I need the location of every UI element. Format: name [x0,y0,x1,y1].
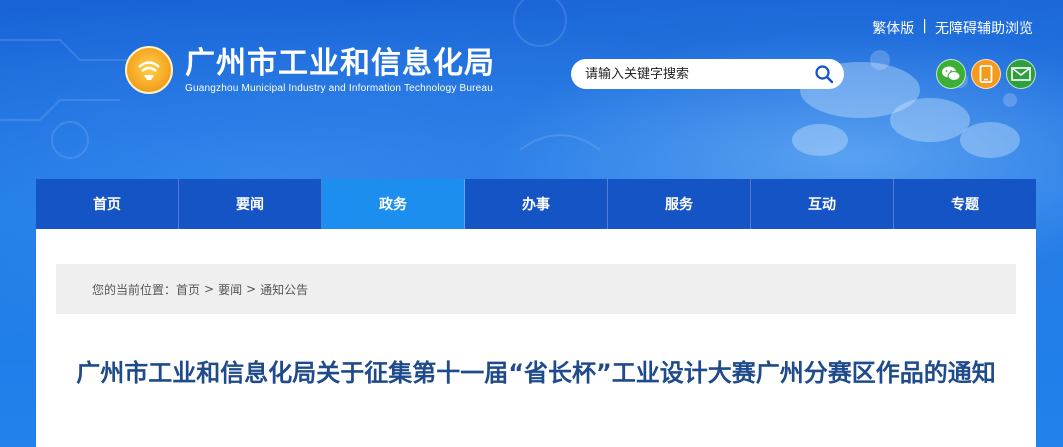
wechat-icon[interactable] [936,59,966,89]
search-input[interactable] [585,66,814,82]
site-title-en: Guangzhou Municipal Industry and Informa… [185,82,493,94]
breadcrumb-item-notices[interactable]: 通知公告 [260,281,308,298]
breadcrumb-item-news[interactable]: 要闻 [218,281,242,298]
social-icons [936,59,1036,89]
top-links: 繁体版 | 无障碍辅助浏览 [872,18,1033,38]
nav-item-services-online[interactable]: 办事 [465,179,608,229]
accessibility-link[interactable]: 无障碍辅助浏览 [935,18,1033,38]
site-logo[interactable]: 广州市工业和信息化局 Guangzhou Municipal Industry … [125,46,495,94]
breadcrumb-separator: > [246,282,257,296]
search-box [571,59,844,89]
nav-item-home[interactable]: 首页 [36,179,179,229]
nav-item-government-affairs[interactable]: 政务 [322,179,465,229]
content-panel: 您的当前位置： 首页 > 要闻 > 通知公告 广州市工业和信息化局关于征集第十一… [36,229,1036,447]
nav-item-topics[interactable]: 专题 [894,179,1036,229]
traditional-chinese-link[interactable]: 繁体版 [872,18,914,38]
top-links-separator: | [922,18,927,34]
breadcrumb-item-home[interactable]: 首页 [176,281,200,298]
mail-icon[interactable] [1006,59,1036,89]
search-icon[interactable] [814,64,834,84]
site-title: 广州市工业和信息化局 [185,45,495,81]
main-nav: 首页 要闻 政务 办事 服务 互动 专题 [36,179,1036,229]
breadcrumb: 您的当前位置： 首页 > 要闻 > 通知公告 [56,264,1016,314]
breadcrumb-prefix: 您的当前位置： [92,282,177,297]
emblem-icon [125,46,173,94]
nav-item-news[interactable]: 要闻 [179,179,322,229]
mobile-icon[interactable] [971,59,1001,89]
article-title: 广州市工业和信息化局关于征集第十一届“省长杯”工业设计大赛广州分赛区作品的通知 [76,359,996,387]
breadcrumb-separator: > [204,282,215,296]
nav-item-services[interactable]: 服务 [608,179,751,229]
nav-item-interaction[interactable]: 互动 [751,179,894,229]
